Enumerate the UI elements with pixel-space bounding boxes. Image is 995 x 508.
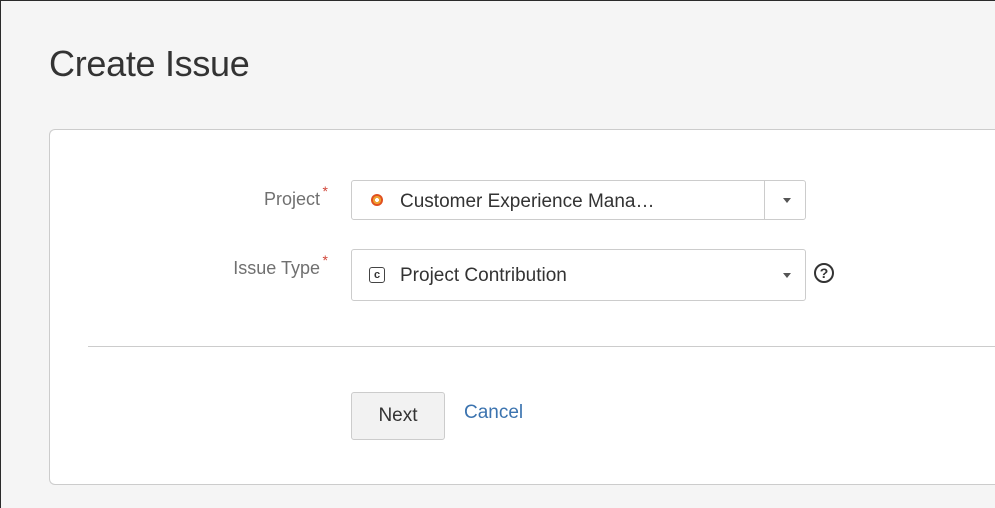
next-button[interactable]: Next [351, 392, 445, 440]
project-select[interactable]: Customer Experience Mana… [351, 180, 806, 220]
issue-type-label: Issue Type * [233, 252, 328, 279]
project-field-row: Project * [50, 180, 332, 220]
required-marker: * [322, 252, 328, 268]
help-icon[interactable]: ? [814, 263, 834, 283]
project-avatar-icon [371, 194, 383, 206]
project-label: Project * [263, 183, 328, 210]
project-label-text: Project [263, 189, 320, 209]
issue-type-select[interactable]: c Project Contribution [351, 249, 806, 301]
issue-type-label-text: Issue Type [233, 258, 320, 278]
issue-type-field-row: Issue Type * [50, 249, 332, 289]
chevron-down-icon[interactable] [783, 273, 791, 278]
select-divider [764, 181, 765, 219]
chevron-down-icon[interactable] [783, 198, 791, 203]
issue-type-contribution-icon: c [369, 267, 385, 283]
create-issue-page: Create Issue Project * Customer Experien… [0, 0, 995, 508]
create-issue-form: Project * Customer Experience Mana… Issu… [49, 129, 995, 485]
project-select-value: Customer Experience Mana… [400, 191, 655, 212]
form-divider [88, 346, 995, 347]
required-marker: * [322, 183, 328, 199]
issue-type-select-value: Project Contribution [400, 265, 567, 286]
page-title: Create Issue [49, 43, 250, 84]
cancel-link[interactable]: Cancel [464, 402, 523, 424]
